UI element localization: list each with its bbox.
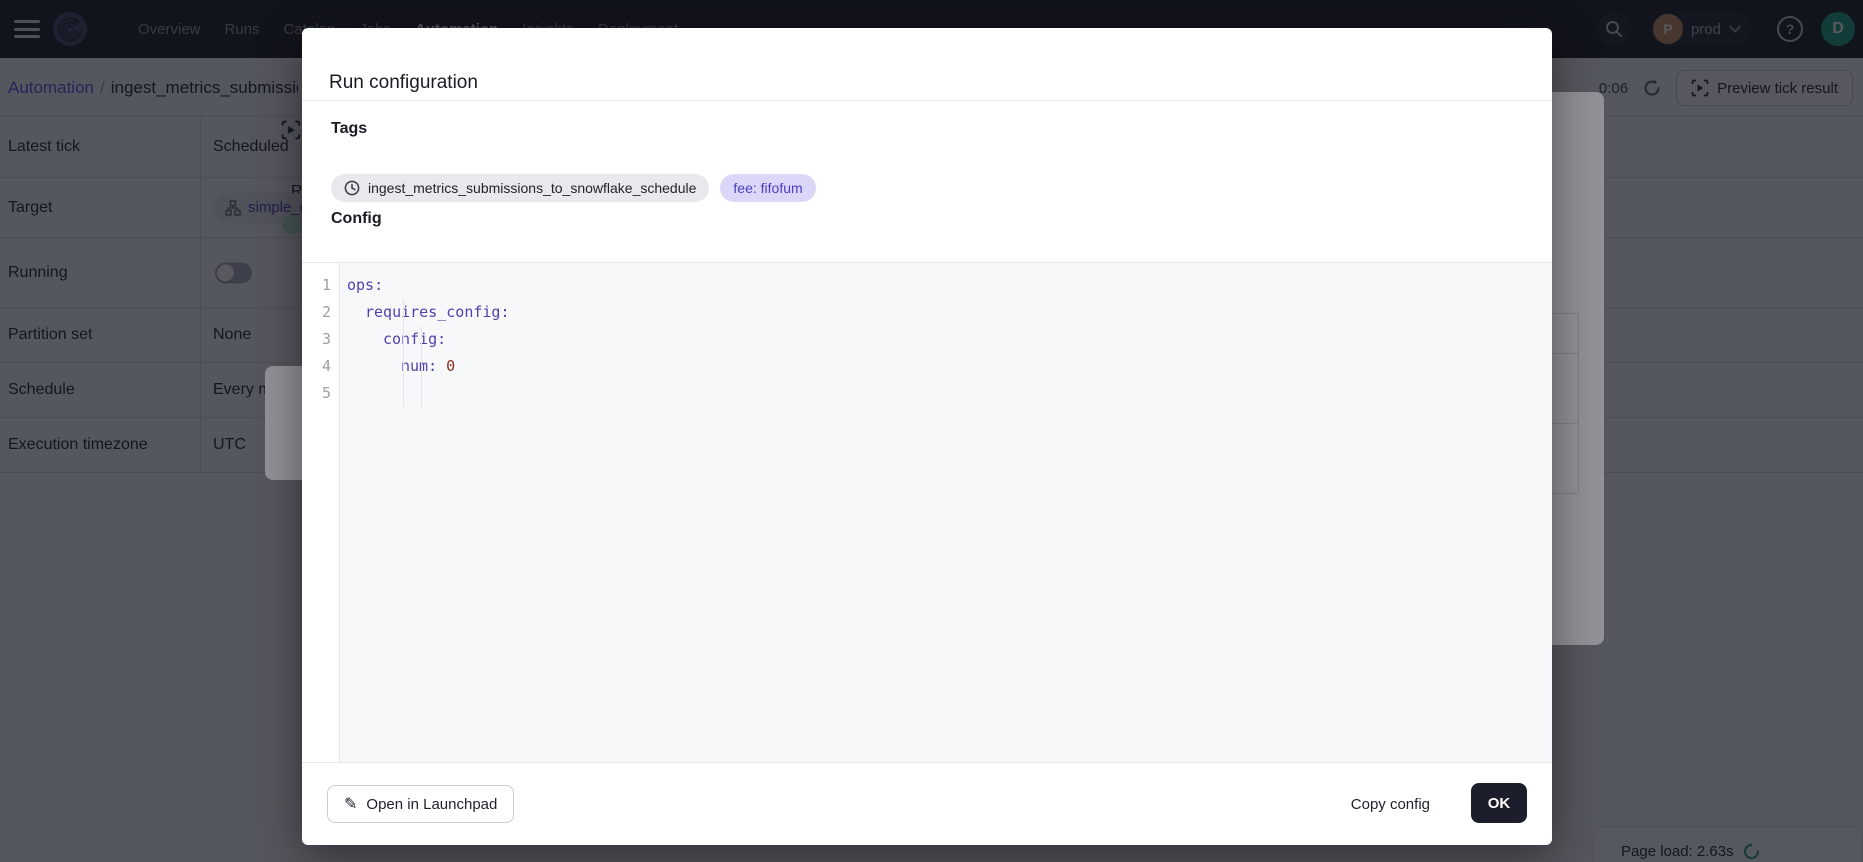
ok-button[interactable]: OK [1471,783,1527,823]
code-line [347,380,1552,407]
line-number: 1 [302,272,339,299]
tags-heading: Tags [331,120,367,138]
editor-gutter: 1 2 3 4 5 [302,263,340,762]
line-number: 4 [302,353,339,380]
code-line: requires_config: [347,299,1552,326]
open-in-launchpad-button[interactable]: ✎ Open in Launchpad [327,785,514,823]
code-area[interactable]: ops: requires_config: config: num:0 [340,263,1552,762]
dialog-divider [302,100,1552,101]
tag-text: fee: fifofum [733,180,802,196]
copy-config-button[interactable]: Copy config [1339,785,1442,823]
line-number: 2 [302,299,339,326]
tag-text: ingest_metrics_submissions_to_snowflake_… [368,180,696,196]
config-heading: Config [331,210,382,228]
code-line: ops: [347,272,1552,299]
line-number: 3 [302,326,339,353]
dagster-app: Overview Runs Catalog Jobs Automation In… [0,0,1863,862]
run-configuration-dialog: Run configuration Tags ingest_metrics_su… [302,28,1552,845]
open-in-launchpad-label: Open in Launchpad [366,796,497,813]
tag-schedule-name: ingest_metrics_submissions_to_snowflake_… [331,174,709,202]
indent-guide [421,326,422,407]
tags-row: ingest_metrics_submissions_to_snowflake_… [331,174,816,202]
tag-fee-fifofum: fee: fifofum [720,174,815,202]
line-number: 5 [302,380,339,407]
clock-icon [344,180,360,196]
indent-guide [403,299,404,407]
code-line: num:0 [347,353,1552,380]
dialog-footer: ✎ Open in Launchpad Copy config OK [302,763,1552,845]
yaml-config-editor[interactable]: 1 2 3 4 5 ops: requires_config: config: … [302,262,1552,763]
code-line: config: [347,326,1552,353]
pencil-icon: ✎ [344,794,357,814]
dialog-title: Run configuration [329,72,478,94]
